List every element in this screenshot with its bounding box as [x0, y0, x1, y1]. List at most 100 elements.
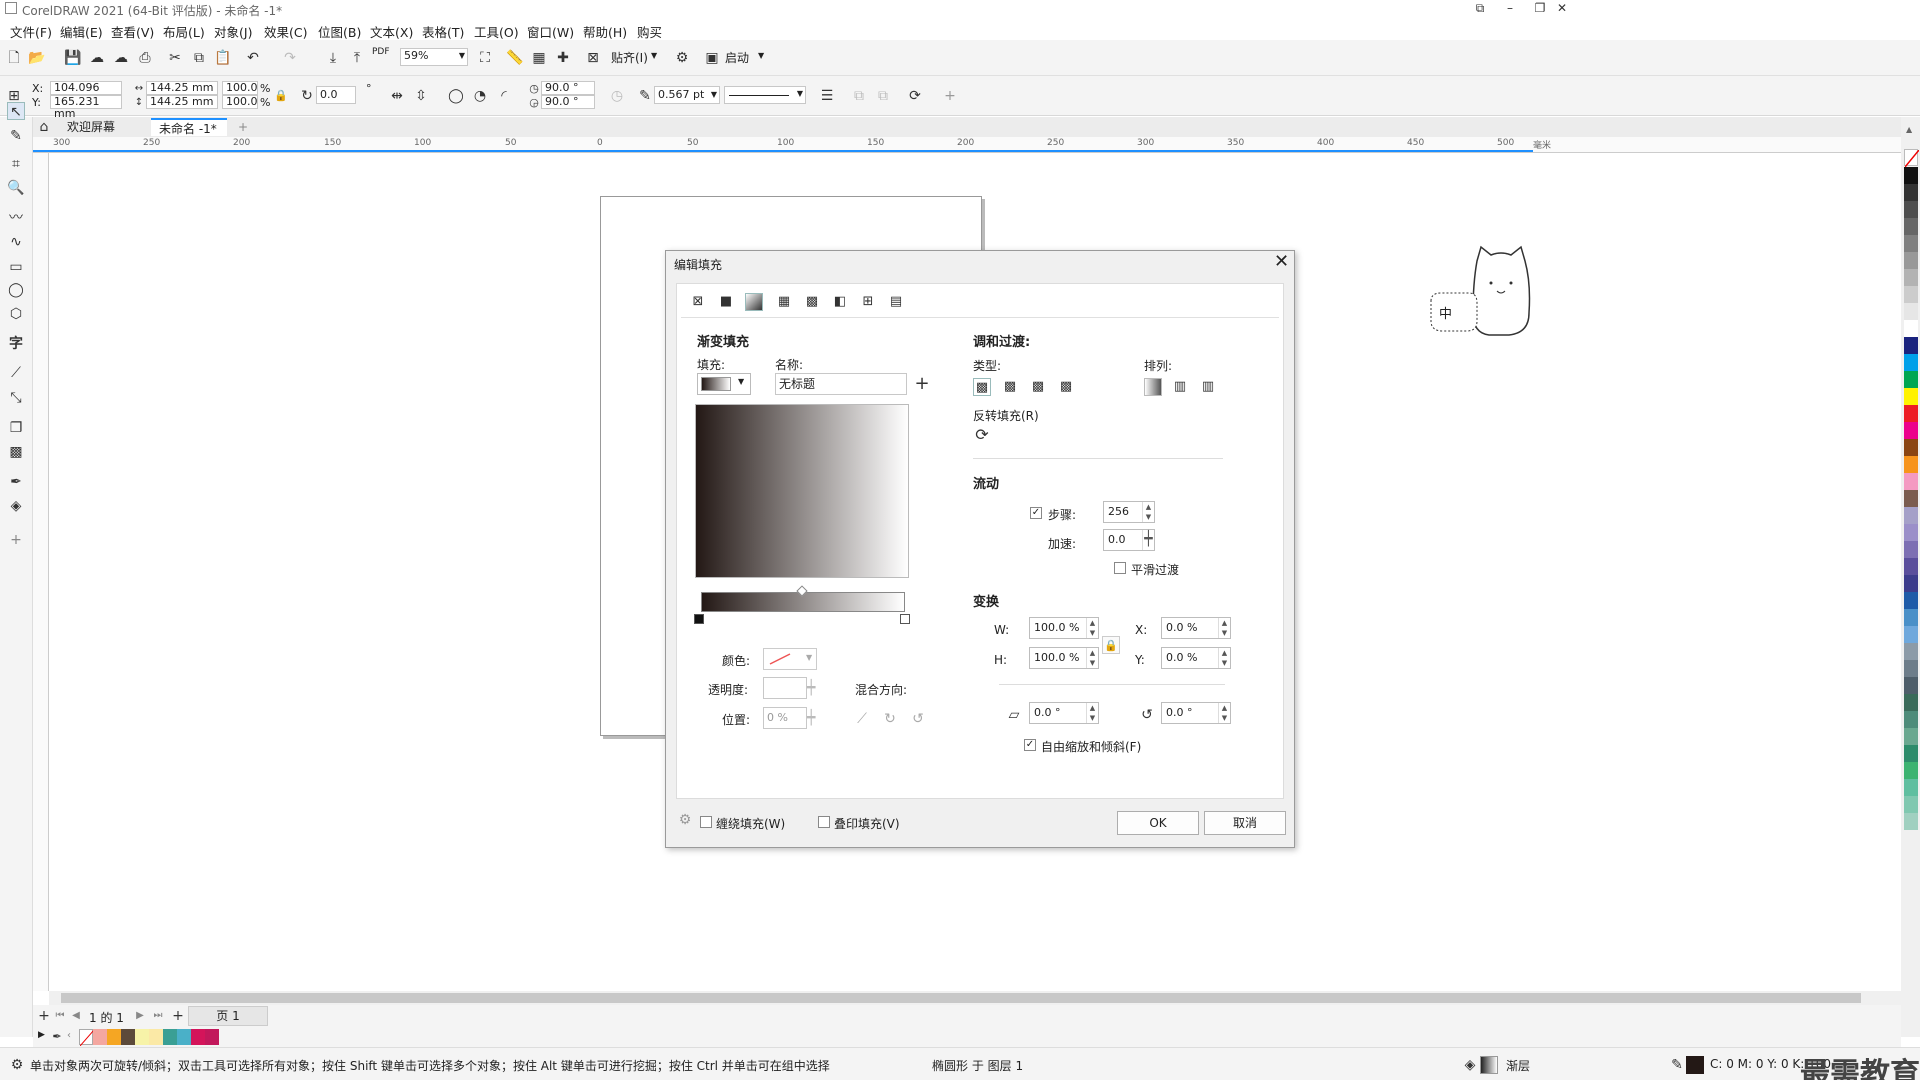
y-position-input[interactable]: 165.231 mm	[50, 95, 122, 120]
spin-arrows-icon[interactable]: ▲ ▼	[1086, 618, 1098, 638]
scale-x-input[interactable]: 100.0	[222, 81, 258, 95]
palette-up-icon[interactable]: ▲	[1906, 125, 1912, 134]
clockwise-blend-icon[interactable]: ↻	[881, 710, 899, 728]
connector-tool-icon[interactable]: ⤡	[7, 389, 25, 407]
menu-view[interactable]: 查看(V)	[111, 22, 154, 41]
color-swatch[interactable]	[1904, 354, 1918, 371]
skew-input[interactable]: 0.0 ° ▲ ▼	[1029, 702, 1099, 724]
guidelines-icon[interactable]: ✚	[554, 49, 572, 67]
rectangular-gradient-type-icon[interactable]: ▩	[1057, 378, 1075, 396]
no-color-swatch[interactable]	[1904, 149, 1920, 168]
spin-arrows-icon[interactable]: ▲ ▼	[1142, 502, 1154, 522]
color-swatch[interactable]	[1904, 184, 1918, 201]
snap-menu[interactable]: 贴齐(I)	[611, 49, 648, 66]
last-page-icon[interactable]: ⏭	[149, 1007, 167, 1025]
color-swatch[interactable]	[135, 1029, 149, 1045]
arc-icon[interactable]: ◜	[495, 87, 513, 105]
color-swatch[interactable]	[1904, 660, 1918, 677]
repeat-mirror-icon[interactable]: ▥	[1171, 378, 1189, 396]
overprint-checkbox[interactable]	[818, 816, 830, 828]
print-icon[interactable]: ⎙	[136, 49, 154, 67]
text-tool-icon[interactable]: 字	[7, 335, 25, 353]
two-color-pattern-icon[interactable]: ◧	[831, 293, 849, 311]
menu-tools[interactable]: 工具(O)	[474, 22, 519, 41]
wrap-fill-checkbox[interactable]	[700, 816, 712, 828]
gradient-fill-icon[interactable]	[745, 293, 763, 311]
cloud-upload-icon[interactable]: ☁	[112, 49, 130, 67]
horizontal-ruler[interactable]: 300 250 200 150 100 50 0 50 100 150 200 …	[33, 137, 1901, 153]
transform-height-input[interactable]: 100.0 % ▲ ▼	[1029, 647, 1099, 669]
ellipse-tool-icon[interactable]: ◯	[7, 281, 25, 299]
import-icon[interactable]: ⤓	[324, 49, 342, 67]
settings-icon[interactable]: ⚙	[676, 811, 694, 829]
page-tab[interactable]: 页 1	[188, 1006, 268, 1026]
rectangle-tool-icon[interactable]: ▭	[7, 258, 25, 276]
pick-tool-icon[interactable]: ↖	[7, 102, 25, 120]
bitmap-pattern-icon[interactable]: ▩	[803, 293, 821, 311]
free-scale-checkbox[interactable]: ✓	[1024, 739, 1036, 751]
transform-y-input[interactable]: 0.0 % ▲ ▼	[1161, 647, 1231, 669]
horizontal-scrollbar[interactable]	[49, 991, 1901, 1005]
color-swatch[interactable]	[1904, 439, 1918, 456]
color-swatch[interactable]	[1904, 592, 1918, 609]
color-swatch[interactable]	[149, 1029, 163, 1045]
zoom-select[interactable]: 59% ▼	[400, 48, 468, 66]
cancel-button[interactable]: 取消	[1204, 811, 1286, 835]
vector-pattern-icon[interactable]: ▦	[775, 293, 793, 311]
menu-layout[interactable]: 布局(L)	[163, 22, 205, 41]
color-swatch[interactable]	[93, 1029, 107, 1045]
linear-gradient-type-icon[interactable]: ▩	[973, 378, 991, 396]
scrollbar-thumb[interactable]	[61, 993, 1861, 1003]
undo-icon[interactable]: ↶	[244, 49, 262, 67]
texture-fill-icon[interactable]: ⊞	[859, 293, 877, 311]
transparency-input[interactable]	[763, 677, 807, 699]
color-swatch[interactable]	[1904, 796, 1918, 813]
add-icon[interactable]: +	[941, 87, 959, 105]
color-swatch[interactable]	[1904, 575, 1918, 592]
linear-blend-icon[interactable]: ⟋	[853, 710, 871, 728]
gradient-node-end[interactable]	[900, 614, 910, 624]
parallel-dimension-tool-icon[interactable]: ⟋	[7, 364, 25, 382]
export-pdf-icon[interactable]: PDF	[372, 47, 390, 57]
color-swatch[interactable]	[1904, 813, 1918, 830]
rotation-input[interactable]: 0.0 ° ▲ ▼	[1161, 702, 1231, 724]
fill-picker[interactable]: ▼	[697, 373, 751, 395]
position-input[interactable]: 0 %	[763, 707, 807, 729]
spin-arrows-icon[interactable]: ▲ ▼	[1218, 648, 1230, 668]
color-swatch[interactable]	[1904, 762, 1918, 779]
gear-icon[interactable]: ⚙	[673, 49, 691, 67]
restore-icon[interactable]: ⧉	[1470, 1, 1490, 17]
color-swatch[interactable]	[1904, 609, 1918, 626]
rulers-icon[interactable]: 📏	[506, 49, 524, 67]
color-swatch[interactable]	[1904, 405, 1918, 422]
color-swatch[interactable]	[1904, 711, 1918, 728]
tab-welcome[interactable]: 欢迎屏幕	[59, 118, 159, 136]
zoom-tool-icon[interactable]: 🔍	[7, 179, 25, 197]
color-swatch[interactable]	[1904, 490, 1918, 507]
cloud-download-icon[interactable]: ☁	[88, 49, 106, 67]
default-arrange-icon[interactable]	[1144, 378, 1162, 396]
steps-checkbox[interactable]: ✓	[1030, 507, 1042, 519]
width-input[interactable]: 144.25 mm	[146, 81, 218, 95]
uniform-fill-icon[interactable]: ■	[717, 293, 735, 311]
prev-page-icon[interactable]: ◀	[67, 1007, 85, 1025]
color-swatch[interactable]	[1904, 694, 1918, 711]
steps-input[interactable]: 256 ▲ ▼	[1103, 501, 1155, 523]
pie-icon[interactable]: ◔	[471, 87, 489, 105]
menu-table[interactable]: 表格(T)	[422, 22, 464, 41]
line-style-select[interactable]: ▼	[724, 86, 806, 104]
color-swatch[interactable]	[1904, 167, 1918, 184]
name-input[interactable]: 无标题	[775, 373, 907, 395]
crop-tool-icon[interactable]: ⌗	[7, 155, 25, 173]
start-angle-input[interactable]: 90.0 °	[541, 81, 595, 95]
color-swatch[interactable]	[1904, 218, 1918, 235]
color-swatch[interactable]	[1904, 320, 1918, 337]
new-icon[interactable]: 🗋	[5, 49, 23, 67]
conical-gradient-type-icon[interactable]: ▩	[1029, 378, 1047, 396]
color-swatch[interactable]	[205, 1029, 219, 1045]
color-swatch[interactable]	[1904, 558, 1918, 575]
freehand-tool-icon[interactable]: 〰	[7, 209, 25, 227]
copy-icon[interactable]: ⧉	[190, 49, 208, 67]
mirror-vertical-icon[interactable]: ⇳	[412, 87, 430, 105]
menu-effects[interactable]: 效果(C)	[264, 22, 307, 41]
